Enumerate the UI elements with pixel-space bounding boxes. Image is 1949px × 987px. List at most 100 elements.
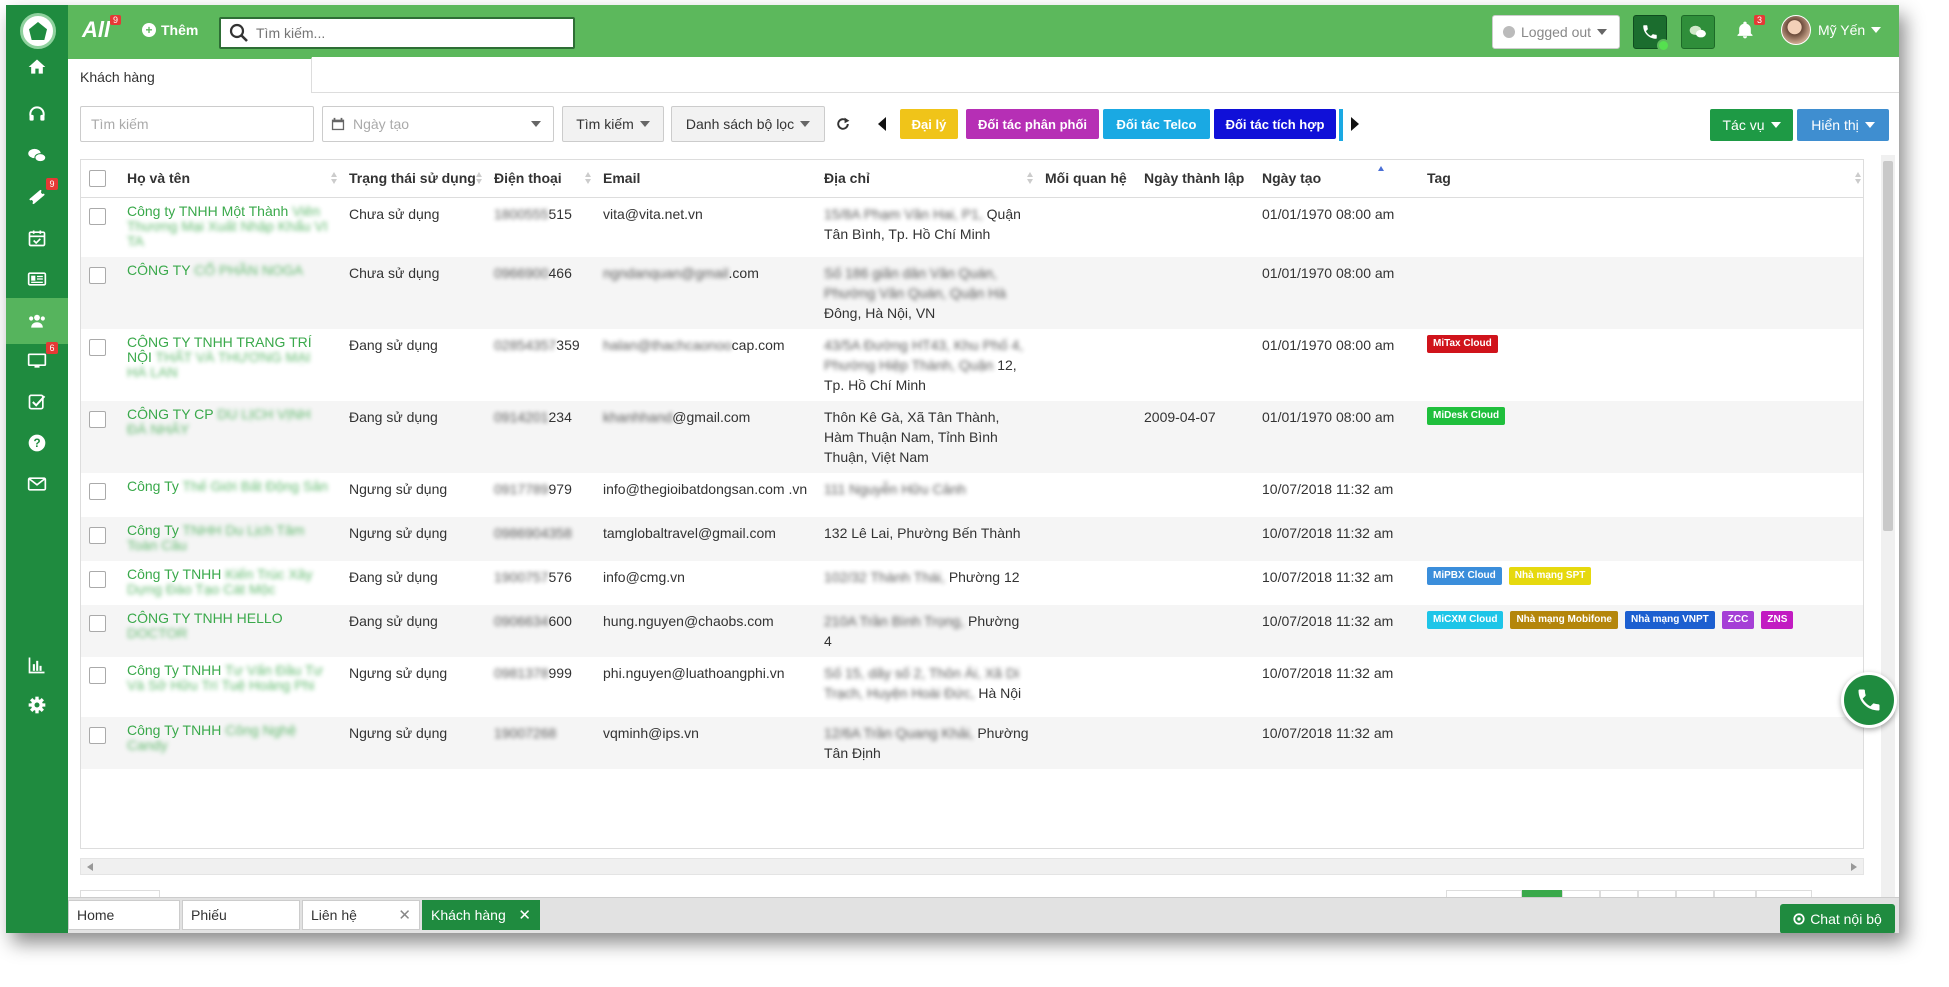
tag-list: MiCXM Cloud Nhà mạng Mobifone Nhà mạng VNP… [1427, 611, 1857, 629]
refresh-icon[interactable] [835, 116, 851, 132]
display-dropdown-button[interactable]: Hiển thị [1797, 109, 1889, 141]
vertical-scrollbar[interactable] [1881, 155, 1895, 897]
column-header[interactable]: Mối quan hệ [1037, 160, 1136, 198]
brand-all[interactable]: All [82, 17, 110, 43]
column-header[interactable]: Họ và tên [119, 160, 341, 198]
sidebar-item-help[interactable]: ? [6, 420, 68, 466]
row-checkbox[interactable] [89, 267, 106, 284]
table-row[interactable]: CÔNG TY TNHH HELLO DOCTOR Đang sử dụng 090… [81, 605, 1863, 657]
sort-icon[interactable] [1855, 172, 1861, 184]
usage-status: Chưa sử dụng [349, 265, 440, 281]
status-select[interactable]: Logged out [1492, 15, 1620, 49]
row-checkbox[interactable] [89, 527, 106, 544]
table-row[interactable]: Công Ty Thế Giới Bất Động Sản Ngưng sử dụ… [81, 473, 1863, 517]
scroll-left-icon[interactable] [877, 116, 887, 132]
tag-filter-button[interactable]: Đối tác tích hợp [1214, 109, 1336, 139]
actions-dropdown-button[interactable]: Tác vụ [1710, 109, 1793, 141]
row-checkbox[interactable] [89, 571, 106, 588]
tag-filter-button[interactable]: Đối tác phân phối [966, 109, 1099, 139]
sort-icon[interactable] [476, 172, 482, 184]
table-row[interactable]: CÔNG TY CỔ PHẦN NOGA Chưa sử dụng 09669004… [81, 257, 1863, 329]
row-checkbox[interactable] [89, 339, 106, 356]
customer-name-link[interactable]: Công Ty Thế Giới Bất Động Sản [127, 479, 333, 494]
select-all-checkbox[interactable] [89, 170, 106, 188]
customer-name: CÔNG TY TNHH HELLO [127, 610, 283, 626]
customer-name-link[interactable]: Công ty TNHH Một Thành Viên Thương Mại X… [127, 203, 333, 249]
table-row[interactable]: Công Ty TNHH Du Lịch Tâm Toàn Cầu Ngưng s… [81, 517, 1863, 561]
customer-name-link[interactable]: Công Ty TNHH Công Nghệ Candy [127, 723, 333, 753]
tab-customers[interactable]: Khách hàng [68, 57, 312, 93]
tag-filter-button[interactable]: Đối tác Telco [1103, 109, 1210, 139]
column-header[interactable]: Ngày thành lập [1136, 160, 1254, 198]
search-dropdown-button[interactable]: Tìm kiếm [562, 106, 664, 142]
close-icon[interactable]: ✕ [518, 906, 531, 924]
chat-channel-button[interactable] [1681, 15, 1715, 49]
global-search-input[interactable] [256, 25, 556, 41]
filter-list-button[interactable]: Danh sách bộ lọc [671, 106, 825, 142]
row-checkbox[interactable] [89, 667, 106, 684]
sidebar-item-calendar[interactable] [6, 215, 68, 261]
sidebar-item-chat[interactable] [6, 133, 68, 179]
softphone-button[interactable] [1633, 15, 1670, 52]
user-menu[interactable]: Mỹ Yến [1818, 22, 1882, 38]
customer-name-link[interactable]: CÔNG TY CP DU LỊCH VỊNH ĐÁ NHẢY [127, 407, 333, 437]
horizontal-scrollbar[interactable] [80, 858, 1864, 875]
sidebar-item-id-card[interactable] [6, 256, 68, 302]
customer-name-link[interactable]: Công Ty TNHH Tư Vấn Đầu Tư Và Sở Hữu Trí… [127, 663, 333, 693]
table-row[interactable]: Công ty TNHH Một Thành Viên Thương Mại X… [81, 197, 1863, 257]
sort-icon[interactable] [585, 172, 591, 184]
date-filter[interactable]: Ngày tạo [322, 106, 554, 142]
sidebar-item-home[interactable] [6, 44, 68, 90]
row-checkbox[interactable] [89, 615, 106, 632]
date-filter-placeholder: Ngày tạo [353, 116, 410, 132]
sidebar-item-headset[interactable] [6, 91, 68, 137]
row-checkbox[interactable] [89, 483, 106, 500]
sidebar-item-checklist[interactable] [6, 379, 68, 425]
column-header[interactable]: Điện thoại [486, 160, 595, 198]
sort-ascending-icon[interactable] [1378, 166, 1384, 178]
sidebar-item-gear[interactable] [6, 682, 68, 728]
table-row[interactable]: CÔNG TY TNHH TRANG TRÍ NỘI THẤT VÀ THƯƠN… [81, 329, 1863, 401]
column-header[interactable]: Ngày tạo [1254, 160, 1419, 198]
column-header[interactable]: Tag [1419, 160, 1863, 198]
row-checkbox[interactable] [89, 411, 106, 428]
bell-icon[interactable] [1735, 20, 1755, 40]
column-header[interactable]: Trạng thái sử dụng [341, 160, 486, 198]
ticket-icon [27, 187, 47, 207]
column-header[interactable]: Địa chỉ [816, 160, 1037, 198]
scroll-right-icon[interactable] [1350, 116, 1360, 132]
scroll-right-arrow-icon[interactable] [1851, 863, 1857, 871]
internal-chat-button[interactable]: Chat nội bộ [1780, 904, 1895, 933]
customer-name-link[interactable]: CÔNG TY TNHH HELLO DOCTOR [127, 611, 333, 641]
email-redacted: ngndanquan@gmail [603, 265, 729, 281]
floating-call-button[interactable] [1841, 672, 1897, 728]
bottom-tab[interactable]: Home [68, 900, 180, 930]
sort-icon[interactable] [1027, 172, 1033, 184]
row-checkbox[interactable] [89, 727, 106, 744]
customer-name-link[interactable]: CÔNG TY TNHH TRANG TRÍ NỘI THẤT VÀ THƯƠN… [127, 335, 333, 380]
row-checkbox[interactable] [89, 207, 106, 225]
scroll-left-arrow-icon[interactable] [87, 863, 93, 871]
scrollbar-thumb[interactable] [1883, 161, 1893, 531]
table-row[interactable]: Công Ty TNHH Công Nghệ Candy Ngưng sử dụn… [81, 717, 1863, 769]
add-button[interactable]: + Thêm [142, 22, 198, 38]
customer-name-link[interactable]: Công Ty TNHH Kiến Trúc Xây Dựng Đào Tạo … [127, 567, 333, 597]
table-row[interactable]: Công Ty TNHH Tư Vấn Đầu Tư Và Sở Hữu Trí… [81, 657, 1863, 717]
customer-name-link[interactable]: CÔNG TY CỔ PHẦN NOGA [127, 263, 333, 278]
sidebar-item-ticket[interactable]: 9 [6, 174, 68, 220]
column-header[interactable]: Email [595, 160, 816, 198]
bottom-tab[interactable]: Khách hàng ✕ [422, 900, 540, 930]
sort-icon[interactable] [331, 172, 337, 184]
avatar[interactable] [1781, 15, 1811, 45]
close-icon[interactable]: ✕ [398, 906, 411, 924]
customer-search-input[interactable]: Tìm kiếm [80, 106, 314, 142]
table-row[interactable]: Công Ty TNHH Kiến Trúc Xây Dựng Đào Tạo … [81, 561, 1863, 605]
table-row[interactable]: CÔNG TY CP DU LỊCH VỊNH ĐÁ NHẢY Đang sử d… [81, 401, 1863, 473]
customer-name-link[interactable]: Công Ty TNHH Du Lịch Tâm Toàn Cầu [127, 523, 333, 553]
bottom-tab[interactable]: Liên hệ ✕ [302, 900, 420, 930]
tag-filter-button[interactable]: Đại lý [900, 109, 958, 139]
sidebar-item-mail[interactable] [6, 461, 68, 507]
global-search[interactable] [219, 17, 575, 49]
bottom-tab[interactable]: Phiếu [182, 900, 300, 930]
sidebar-item-monitor[interactable]: 6 [6, 338, 68, 384]
